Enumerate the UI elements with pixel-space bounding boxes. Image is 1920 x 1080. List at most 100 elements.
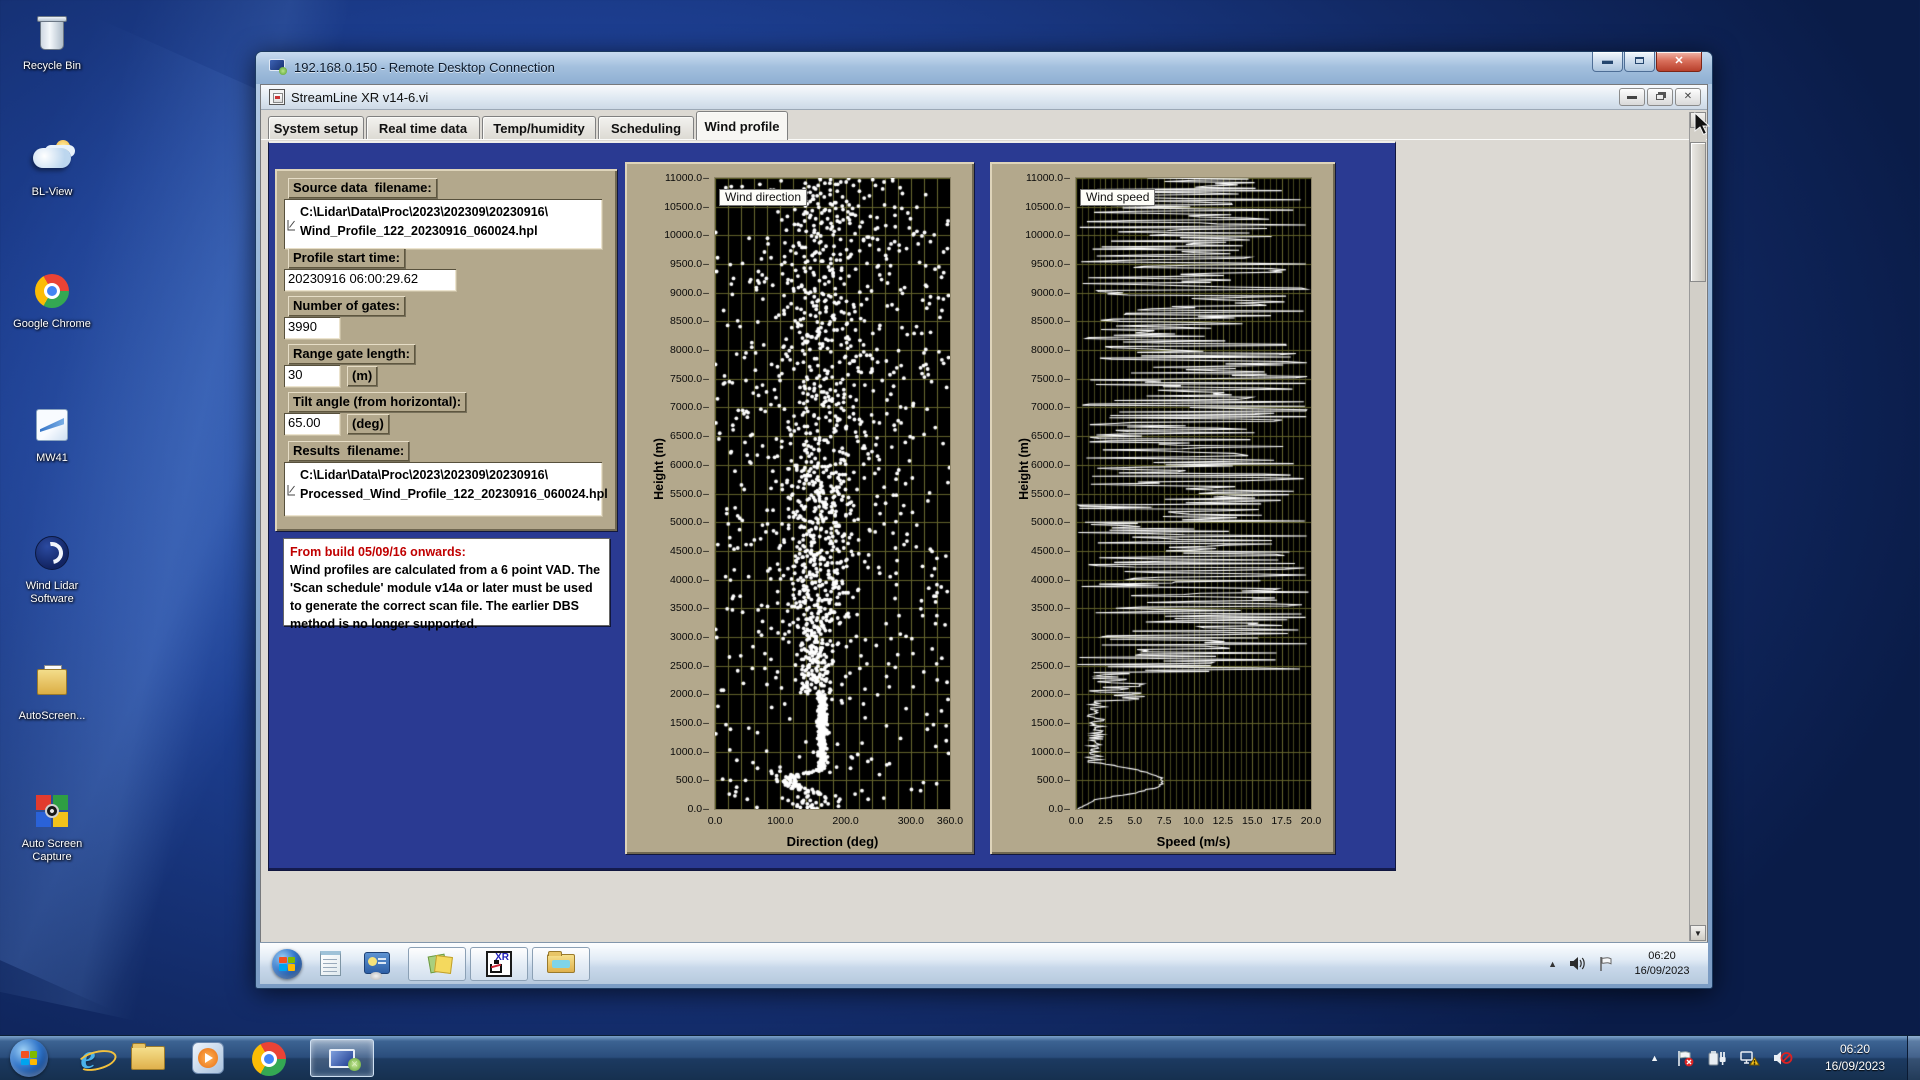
vi-titlebar[interactable]: StreamLine XR v14-6.vi ▬ ✕ (261, 85, 1707, 110)
desktop-icon-wind-lidar-software[interactable]: Wind Lidar Software (6, 530, 98, 605)
vi-vertical-scrollbar[interactable]: ▲ ▼ (1689, 112, 1706, 941)
rdp-window: 192.168.0.150 - Remote Desktop Connectio… (255, 51, 1713, 989)
desktop-icon-autoscreen[interactable]: AutoScreen... (6, 660, 98, 723)
desktop-icon-label: Wind Lidar Software (6, 580, 98, 605)
desktop-icon-mw41[interactable]: MW41 (6, 402, 98, 465)
action-center-flag-error-icon[interactable] (1675, 1049, 1695, 1067)
labview-xr-icon: XR (486, 951, 512, 977)
remote-start-button[interactable] (272, 949, 302, 979)
y-tick-label: 1000.0 (633, 746, 709, 758)
notice-body: Wind profiles are calculated from a 6 po… (290, 563, 600, 631)
power-plugged-icon[interactable] (1707, 1049, 1727, 1067)
tab-scheduling[interactable]: Scheduling (598, 116, 694, 140)
desktop-icon-auto-screen-capture[interactable]: Auto Screen Capture (6, 788, 98, 863)
scroll-down-arrow-icon[interactable]: ▼ (1690, 925, 1706, 941)
remote-clock[interactable]: 06:20 16/09/2023 (1626, 949, 1698, 979)
taskbar-media-player[interactable] (190, 1039, 226, 1077)
vi-restore-button[interactable] (1647, 88, 1673, 106)
desktop-icon-label: Auto Screen Capture (6, 838, 98, 863)
y-tick-label: 9500.0 (994, 258, 1070, 270)
range-gate-length-field[interactable]: 30 (284, 365, 340, 387)
path-type-icon (287, 483, 296, 502)
y-tick-label: 10500.0 (994, 201, 1070, 213)
show-hidden-icons-arrow[interactable]: ▲ (1650, 1053, 1659, 1063)
front-panel: Source data filename: C:\Lidar\Data\Proc… (268, 141, 1396, 871)
y-tick-label: 4000.0 (994, 574, 1070, 586)
source-path-line1: C:\Lidar\Data\Proc\2023\202309\20230916\ (300, 203, 598, 222)
x-axis-label: Direction (deg) (715, 834, 950, 849)
profile-start-time-field[interactable]: 20230916 06:00:29.62 (284, 269, 456, 291)
x-tick-label: 360.0 (928, 815, 972, 827)
host-clock[interactable]: 06:20 16/09/2023 (1815, 1041, 1895, 1075)
rdp-close-button[interactable]: ✕ (1656, 52, 1702, 72)
auto-screen-capture-icon (29, 788, 75, 834)
show-desktop-button[interactable] (1907, 1036, 1920, 1080)
desktop-icon-google-chrome[interactable]: Google Chrome (6, 268, 98, 331)
y-tick-label: 6500.0 (994, 430, 1070, 442)
rdp-titlebar[interactable]: 192.168.0.150 - Remote Desktop Connectio… (256, 52, 1712, 84)
y-tick-label: 11000.0 (633, 172, 709, 184)
rdp-maximize-button[interactable] (1624, 52, 1655, 72)
remote-notepad-icon[interactable] (316, 948, 346, 980)
volume-muted-icon[interactable] (1772, 1049, 1793, 1067)
y-tick-label: 10500.0 (633, 201, 709, 213)
vi-window: StreamLine XR v14-6.vi ▬ ✕ System setup … (260, 84, 1708, 944)
rdp-minimize-button[interactable]: ▬ (1592, 52, 1623, 72)
wind-direction-chart: Height (m) Wind direction Direction (deg… (625, 162, 974, 854)
y-tick-label: 4000.0 (633, 574, 709, 586)
folder-icon (547, 954, 575, 973)
network-warning-icon[interactable] (1739, 1049, 1760, 1067)
x-tick-label: 20.0 (1289, 815, 1333, 827)
taskbar-chrome[interactable] (250, 1039, 286, 1077)
desktop-icon-label: AutoScreen... (6, 710, 98, 723)
remote-taskbar-button-sticky-notes[interactable] (408, 947, 466, 981)
tab-strip: System setup Real time data Temp/humidit… (261, 110, 1707, 140)
y-tick-label: 8000.0 (633, 344, 709, 356)
tab-temp-humidity[interactable]: Temp/humidity (482, 116, 596, 140)
host-taskbar: e ⤬ ▲ 06:20 16/09/2023 (0, 1035, 1920, 1080)
y-tick-label: 1500.0 (633, 717, 709, 729)
settings-panel: Source data filename: C:\Lidar\Data\Proc… (275, 169, 617, 531)
taskbar-windows-explorer[interactable] (130, 1039, 166, 1077)
action-center-flag-icon[interactable] (1598, 956, 1614, 972)
y-tick-label: 10000.0 (994, 229, 1070, 241)
vi-close-button[interactable]: ✕ (1675, 88, 1701, 106)
y-tick-label: 8000.0 (994, 344, 1070, 356)
wind-speed-chart: Height (m) Wind speed Speed (m/s) 11000.… (990, 162, 1335, 854)
remote-taskbar-button-explorer[interactable] (532, 947, 590, 981)
show-hidden-icons-arrow[interactable]: ▲ (1548, 959, 1557, 969)
start-button[interactable] (10, 1039, 48, 1077)
y-tick-label: 9000.0 (994, 287, 1070, 299)
desktop-icon-label: Google Chrome (6, 318, 98, 331)
tilt-angle-field[interactable]: 65.00 (284, 413, 340, 435)
remote-control-panel-icon[interactable] (362, 948, 392, 980)
y-tick-label: 5000.0 (633, 516, 709, 528)
y-tick-label: 2000.0 (994, 688, 1070, 700)
source-filename-field[interactable]: C:\Lidar\Data\Proc\2023\202309\20230916\… (284, 199, 602, 249)
scrollbar-thumb[interactable] (1690, 142, 1706, 282)
desktop-icon-bl-view[interactable]: BL-View (6, 136, 98, 199)
speaker-icon[interactable] (1569, 956, 1586, 971)
taskbar-internet-explorer[interactable]: e (70, 1039, 106, 1077)
x-tick-label: 200.0 (824, 815, 868, 827)
tab-system-setup[interactable]: System setup (268, 116, 364, 140)
y-tick-label: 2000.0 (633, 688, 709, 700)
desktop-icon-recycle-bin[interactable]: Recycle Bin (6, 10, 98, 73)
rdp-connect-icon: ⤬ (348, 1058, 361, 1071)
tab-wind-profile[interactable]: Wind profile (696, 111, 788, 140)
y-tick-label: 500.0 (633, 774, 709, 786)
y-tick-label: 3500.0 (994, 602, 1070, 614)
results-filename-field[interactable]: C:\Lidar\Data\Proc\2023\202309\20230916\… (284, 462, 602, 516)
taskbar-rdp-active-button[interactable]: ⤬ (310, 1039, 374, 1077)
recycle-bin-icon (29, 10, 75, 56)
vi-minimize-button[interactable]: ▬ (1619, 88, 1645, 106)
tab-real-time-data[interactable]: Real time data (366, 116, 480, 140)
number-of-gates-field[interactable]: 3990 (284, 317, 340, 339)
y-tick-label: 5000.0 (994, 516, 1070, 528)
y-tick-label: 10000.0 (633, 229, 709, 241)
wind-lidar-icon (29, 530, 75, 576)
range-gate-unit-label: (m) (347, 366, 377, 386)
remote-taskbar-button-streamline-xr[interactable]: XR (470, 947, 528, 981)
plot-legend: Wind speed (1080, 189, 1155, 206)
y-tick-label: 2500.0 (994, 660, 1070, 672)
